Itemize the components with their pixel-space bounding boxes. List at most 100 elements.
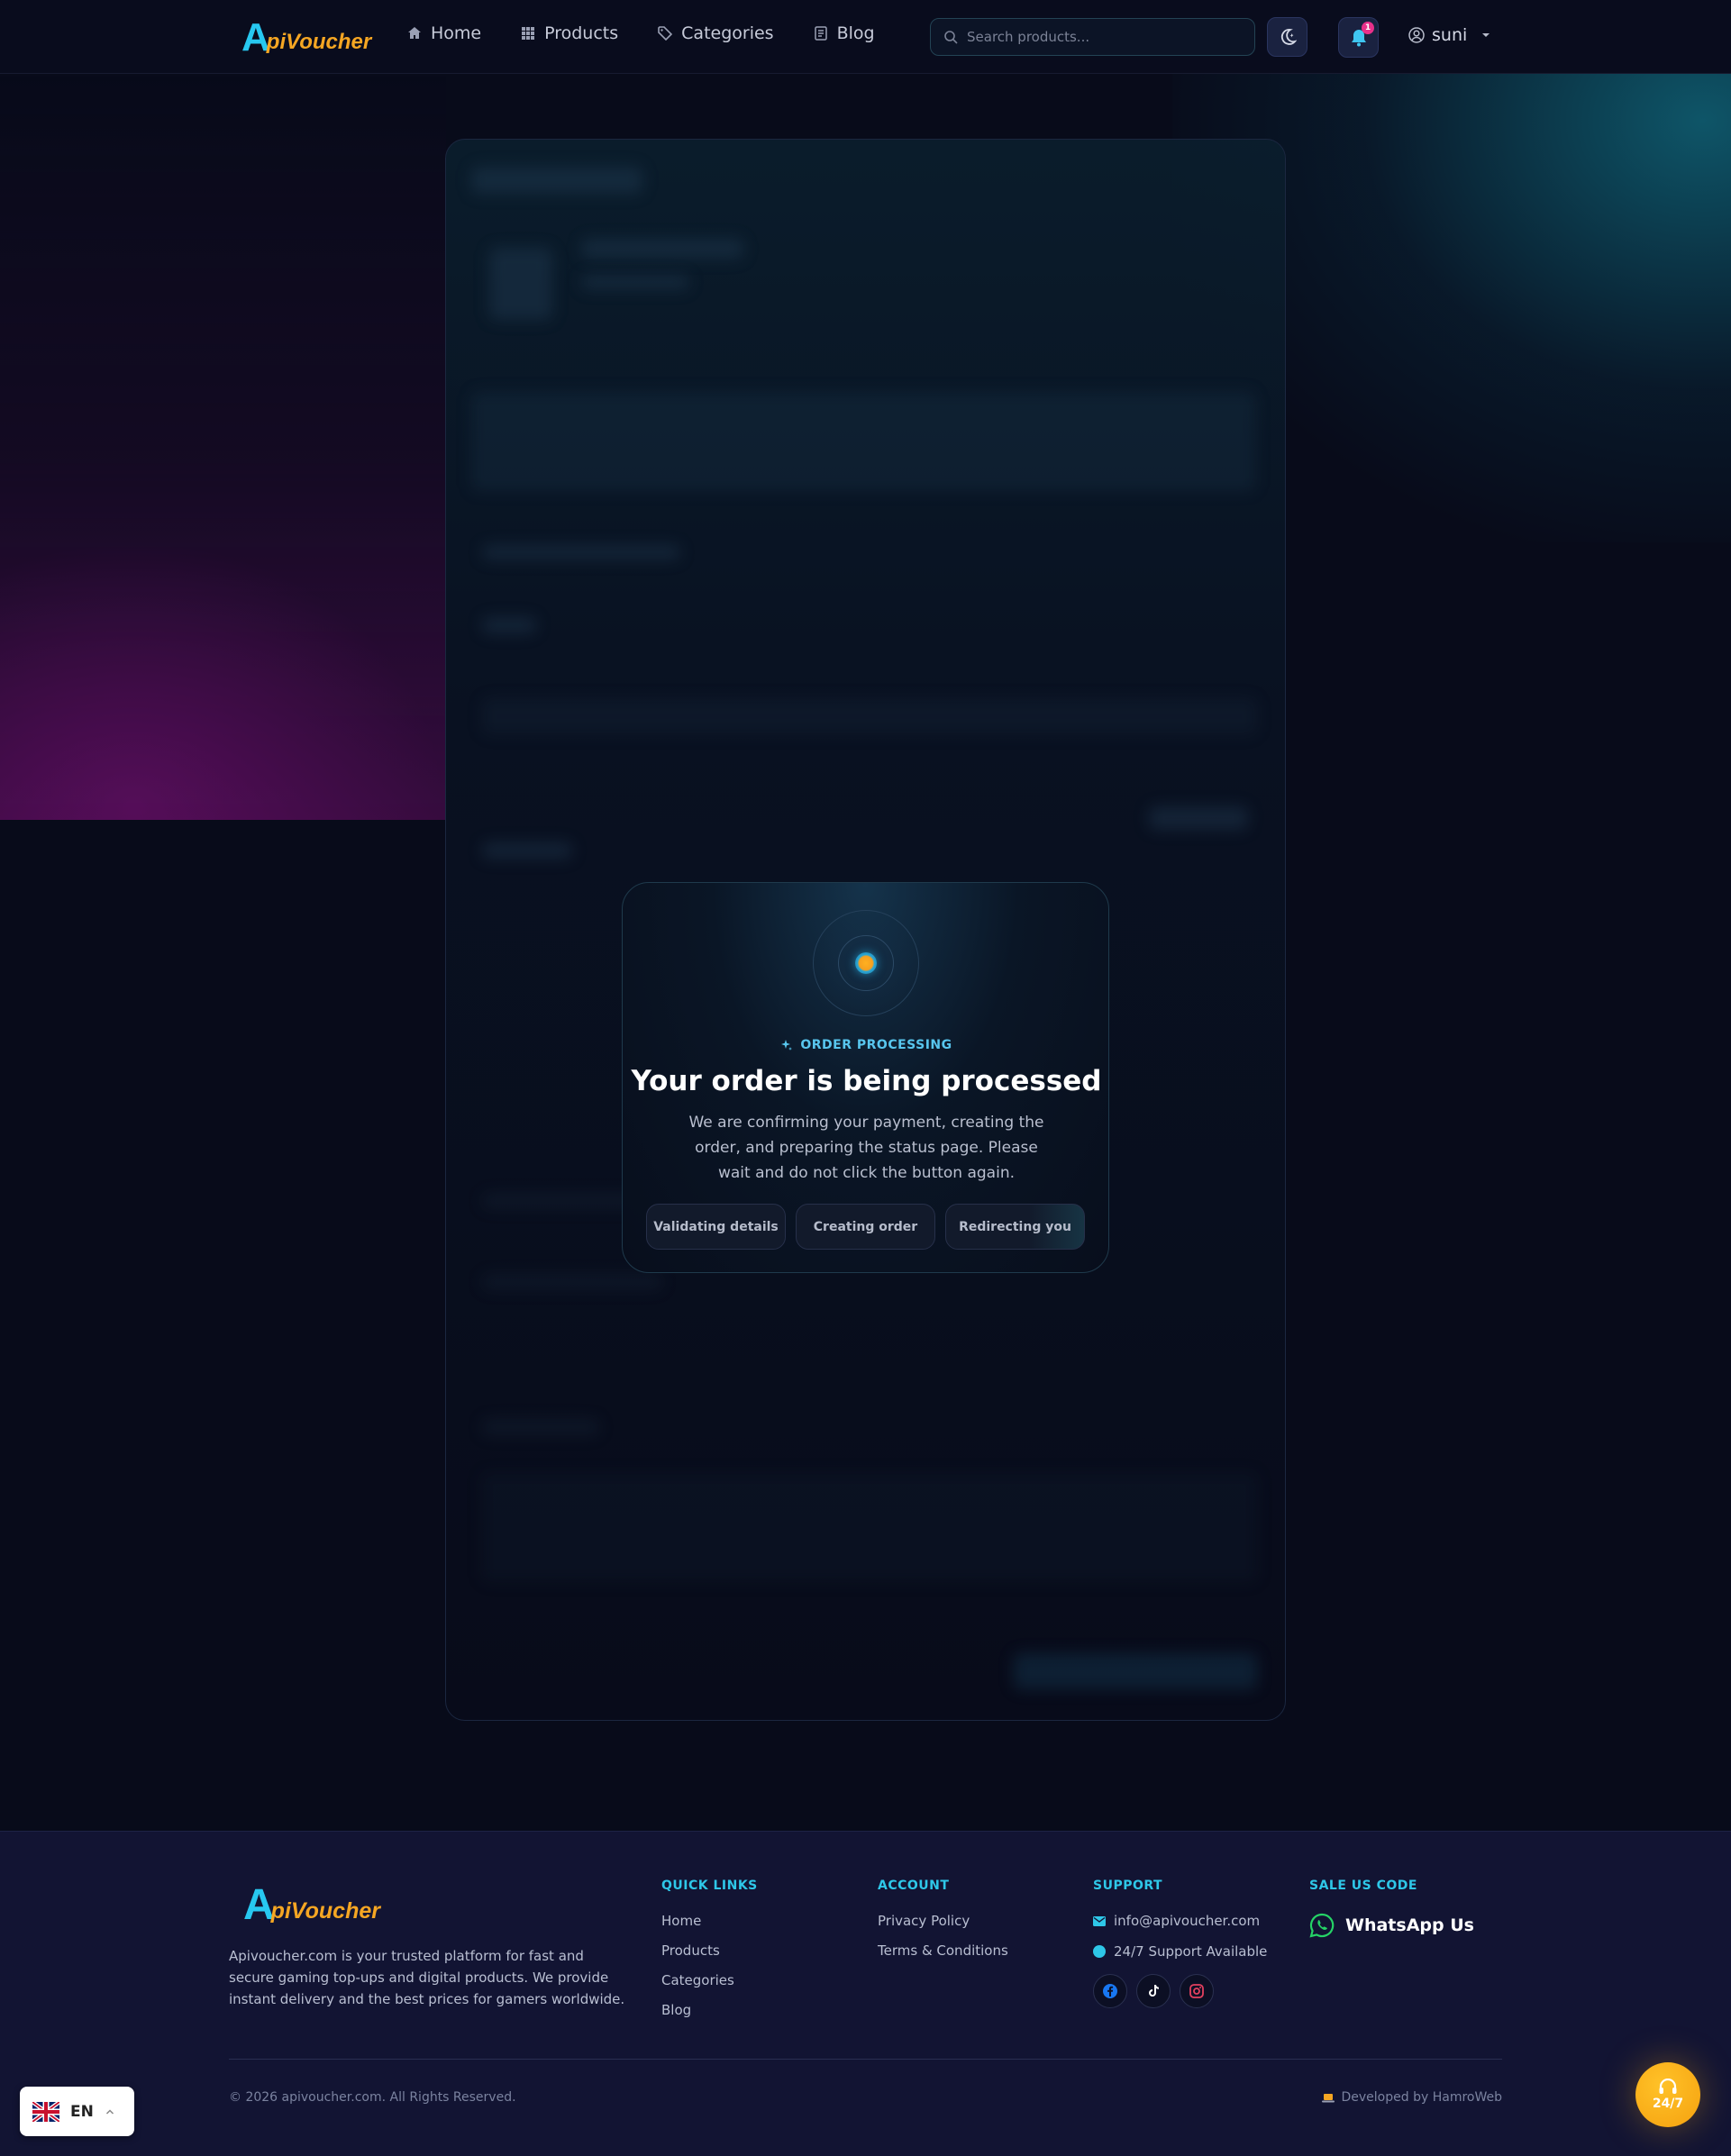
blurred-label [482, 1275, 662, 1289]
account-column: ACCOUNT Privacy Policy Terms & Condition… [878, 1879, 1008, 1972]
user-circle-icon [1408, 27, 1425, 43]
blurred-label [482, 842, 572, 859]
user-menu[interactable]: suni [1408, 25, 1492, 45]
quick-links-heading: QUICK LINKS [661, 1879, 758, 1893]
site-header: A piVoucher Home Products Categories Blo… [0, 0, 1731, 74]
grid-icon [522, 27, 535, 40]
blurred-heading [471, 167, 642, 194]
footer-link-terms[interactable]: Terms & Conditions [878, 1942, 1008, 1959]
tiktok-icon [1149, 1985, 1159, 1997]
nav-home[interactable]: Home [407, 23, 481, 43]
blurred-thumbnail [489, 248, 552, 320]
nav-blog[interactable]: Blog [814, 23, 875, 43]
footer-logo-letter: A [243, 1881, 275, 1929]
chevron-up-icon [105, 2108, 114, 2115]
footer-logo-text: piVoucher [270, 1898, 380, 1924]
main-nav: Home Products Categories Blog [407, 23, 875, 43]
facebook-icon [1103, 1984, 1117, 1998]
blurred-info-panel [471, 392, 1255, 491]
copyright-text: © 2026 apivoucher.com. All Rights Reserv… [229, 2090, 516, 2105]
blurred-input [482, 698, 1257, 734]
search-box [930, 18, 1255, 56]
search-input[interactable] [967, 29, 1237, 45]
document-icon [814, 26, 827, 41]
caret-down-icon [1482, 33, 1490, 37]
support-chat-button[interactable]: 24/7 [1635, 2062, 1700, 2127]
developer-credit-text: Developed by HamroWeb [1341, 2090, 1503, 2105]
footer-description: Apivoucher.com is your trusted platform … [229, 1948, 625, 2007]
facebook-button[interactable] [1093, 1974, 1127, 2008]
language-selector[interactable]: EN [20, 2087, 134, 2136]
blurred-label [482, 617, 536, 633]
site-footer: A piVoucher Apivoucher.com is your trust… [0, 1831, 1731, 2156]
tag-icon [658, 26, 673, 41]
account-heading: ACCOUNT [878, 1879, 950, 1893]
nav-categories[interactable]: Categories [658, 23, 774, 43]
support-column: SUPPORT info@apivoucher.com 24/7 Support… [1093, 1879, 1267, 2008]
step-validating: Validating details [646, 1204, 786, 1250]
blurred-product-title [581, 239, 743, 259]
support-availability: 24/7 Support Available [1093, 1943, 1267, 1960]
home-icon [408, 27, 421, 39]
developer-credit[interactable]: Developed by HamroWeb [1321, 2090, 1503, 2105]
order-processing-modal: ORDER PROCESSING Your order is being pro… [622, 882, 1109, 1273]
nav-products[interactable]: Products [521, 23, 618, 43]
mail-icon [1093, 1915, 1106, 1926]
footer-logo[interactable]: A piVoucher [243, 1881, 380, 1929]
headset-icon [1659, 2079, 1677, 2094]
uk-flag-icon [32, 2101, 59, 2122]
nav-blog-label: Blog [836, 23, 875, 43]
nav-home-label: Home [431, 23, 482, 43]
step-redirecting: Redirecting you [945, 1204, 1085, 1250]
processing-steps: Validating details Creating order Redire… [646, 1204, 1085, 1250]
background-glow-pink-edge [0, 541, 446, 820]
clock-icon [1093, 1945, 1106, 1958]
footer-link-products[interactable]: Products [661, 1942, 758, 1959]
instagram-button[interactable] [1180, 1974, 1214, 2008]
blurred-product-meta [581, 275, 689, 289]
support-availability-text: 24/7 Support Available [1114, 1943, 1268, 1960]
whatsapp-link[interactable]: WhatsApp Us [1309, 1913, 1474, 1938]
sparkle-icon [781, 1040, 793, 1051]
user-name: suni [1432, 25, 1468, 45]
blurred-label [482, 1419, 599, 1435]
theme-toggle-button[interactable] [1267, 17, 1307, 57]
social-links [1093, 1974, 1267, 2008]
support-chat-label: 24/7 [1652, 2097, 1684, 2111]
notification-badge: 1 [1362, 22, 1374, 34]
modal-kicker-label: ORDER PROCESSING [800, 1038, 952, 1052]
modal-title: Your order is being processed [631, 1065, 1102, 1097]
blurred-price [1149, 806, 1248, 830]
blurred-label [482, 1194, 644, 1208]
search-icon [944, 31, 958, 44]
footer-link-categories[interactable]: Categories [661, 1972, 758, 1988]
blurred-submit-button [1014, 1653, 1257, 1689]
modal-kicker: ORDER PROCESSING [623, 1038, 1110, 1052]
blurred-summary [482, 1473, 1257, 1581]
tiktok-button[interactable] [1136, 1974, 1171, 2008]
processing-dot-icon [855, 952, 877, 974]
laptop-icon [1321, 2093, 1335, 2102]
support-heading: SUPPORT [1093, 1879, 1163, 1893]
quick-links-column: QUICK LINKS Home Products Categories Blo… [661, 1879, 758, 2032]
nav-categories-label: Categories [681, 23, 774, 43]
whatsapp-icon [1309, 1913, 1335, 1938]
logo[interactable]: A piVoucher [241, 18, 372, 58]
nav-products-label: Products [544, 23, 619, 43]
whatsapp-label: WhatsApp Us [1345, 1915, 1474, 1935]
support-email-text: info@apivoucher.com [1114, 1913, 1261, 1929]
footer-link-home[interactable]: Home [661, 1913, 758, 1929]
instagram-icon [1189, 1984, 1204, 1998]
blurred-label [482, 545, 680, 559]
notifications-button[interactable]: 1 [1338, 17, 1379, 58]
support-email[interactable]: info@apivoucher.com [1093, 1913, 1267, 1929]
logo-text: piVoucher [266, 30, 372, 54]
footer-divider [229, 2059, 1502, 2060]
sale-column: SALE US CODE WhatsApp Us [1309, 1879, 1474, 1938]
footer-link-blog[interactable]: Blog [661, 2002, 758, 2018]
footer-link-privacy[interactable]: Privacy Policy [878, 1913, 1008, 1929]
modal-description: We are confirming your payment, creating… [688, 1114, 1044, 1182]
step-creating: Creating order [796, 1204, 935, 1250]
sale-heading: SALE US CODE [1309, 1879, 1417, 1893]
moon-icon [1280, 29, 1297, 45]
